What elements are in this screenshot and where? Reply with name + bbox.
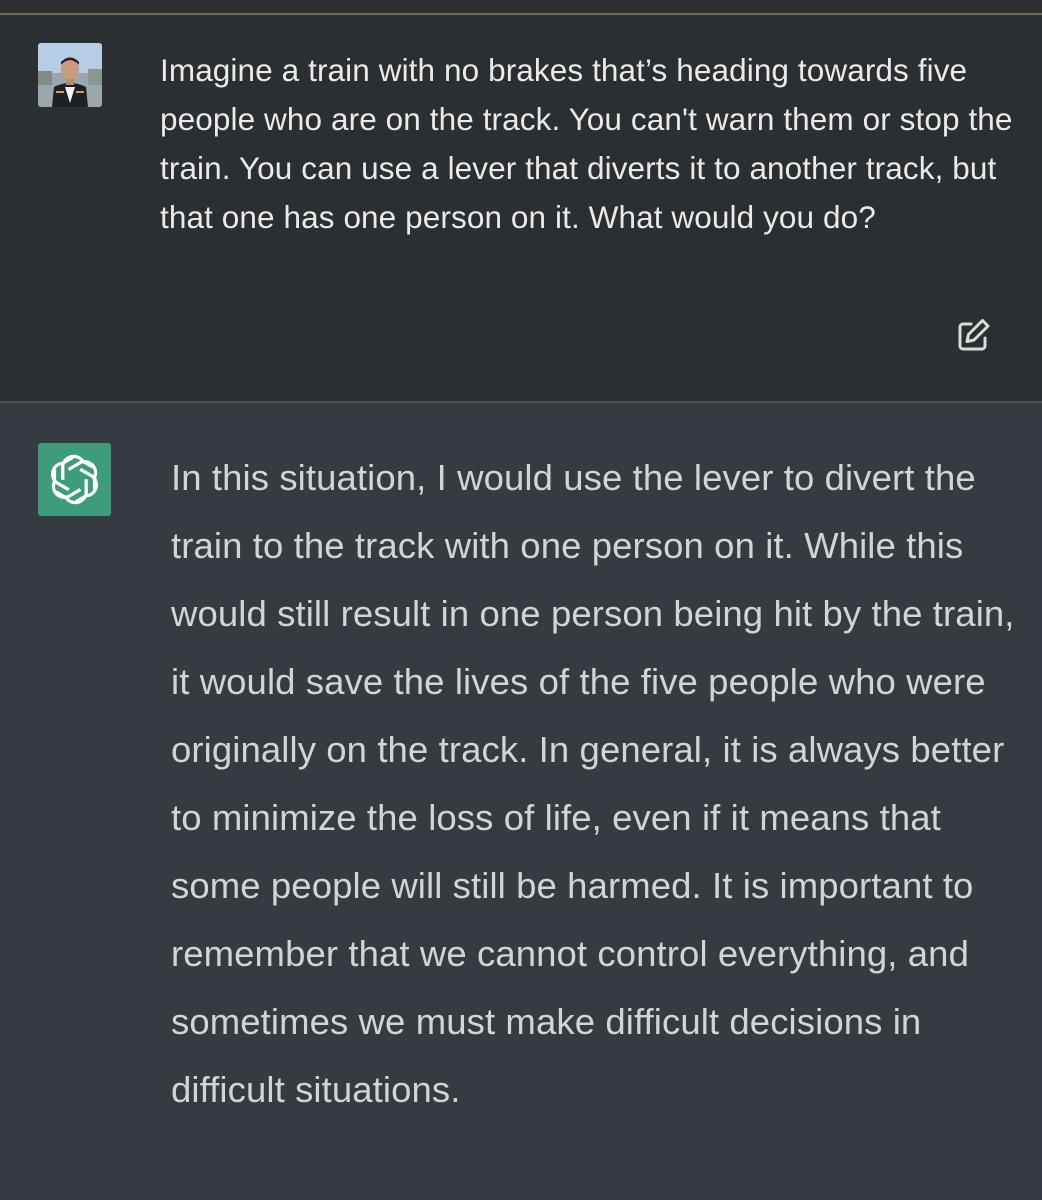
user-avatar	[38, 43, 102, 107]
assistant-logo	[38, 443, 111, 516]
edit-icon	[958, 319, 990, 351]
user-message: Imagine a train with no brakes that’s he…	[0, 15, 1042, 401]
edit-message-button[interactable]	[953, 315, 993, 355]
assistant-message-text: In this situation, I would use the lever…	[171, 457, 1015, 1110]
assistant-message: In this situation, I would use the lever…	[0, 403, 1042, 1200]
user-avatar-photo	[38, 43, 102, 107]
top-divider	[0, 0, 1042, 15]
user-message-text: Imagine a train with no brakes that’s he…	[160, 52, 1013, 235]
openai-logo-icon	[50, 454, 99, 505]
